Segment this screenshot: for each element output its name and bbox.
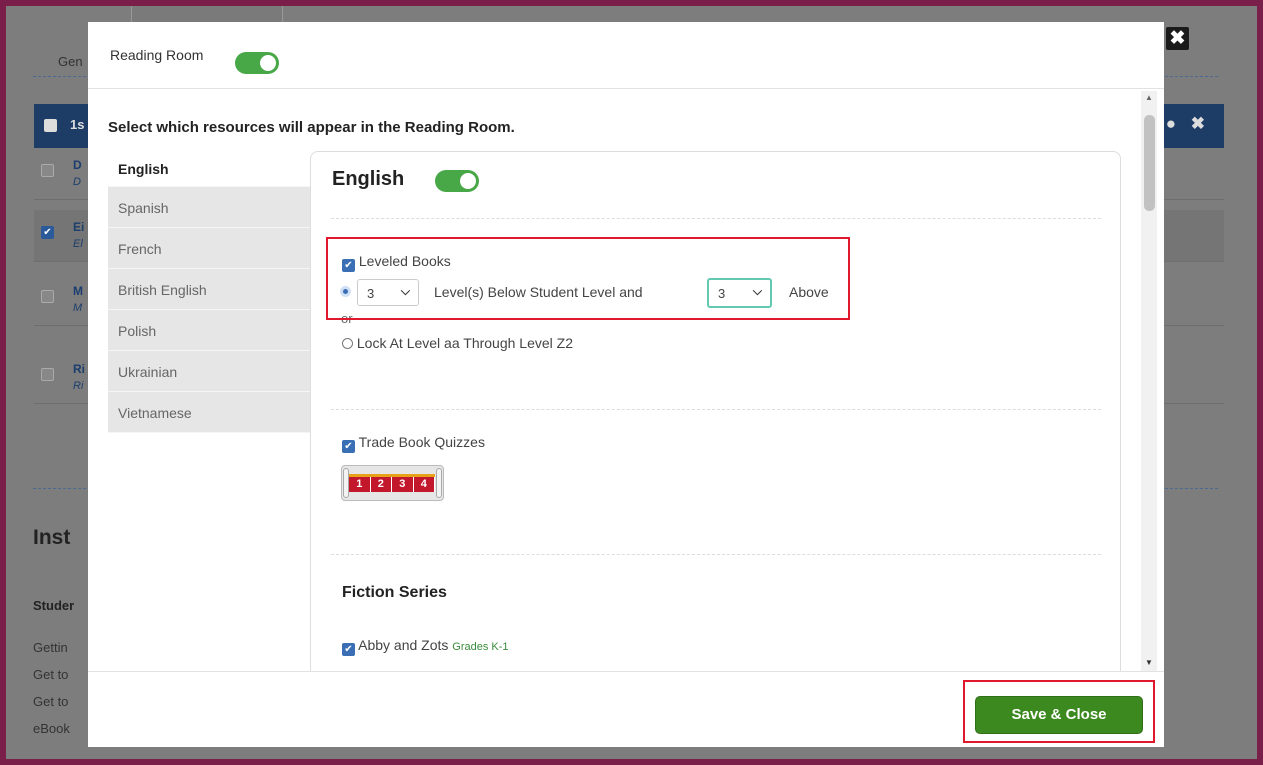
header-icons: ● ✖ (1165, 114, 1210, 133)
series-grades: Grades K-1 (452, 641, 509, 653)
scroll-up-icon[interactable]: ▲ (1145, 93, 1153, 102)
slider-handle-left[interactable] (343, 468, 349, 498)
tab-english[interactable]: English (108, 152, 311, 187)
row-checkbox (41, 290, 54, 303)
quiz-level-slider[interactable]: 1 2 3 4 (341, 465, 444, 501)
quiz-level-4: 4 (414, 477, 435, 492)
lock-level-label: Lock At Level aa Through Level Z2 (356, 335, 573, 351)
reading-room-label: Reading Room (110, 47, 204, 63)
quiz-level-strip: 1 2 3 4 (349, 474, 435, 492)
instructions-heading: Inst (33, 526, 71, 549)
row-checkbox (41, 164, 54, 177)
row-title: Ri (73, 362, 85, 376)
tab-polish[interactable]: Polish (108, 310, 311, 351)
background-tab-general: Gen (58, 54, 83, 69)
background-link: Get to (33, 694, 69, 709)
series-item[interactable]: ✔ Abby and Zots Grades K-1 (342, 637, 509, 656)
background-link: Gettin (33, 640, 68, 655)
tab-vietnamese[interactable]: Vietnamese (108, 392, 311, 433)
modal-scrollbar[interactable]: ▲ ▼ (1141, 91, 1157, 671)
toggle-knob (460, 173, 476, 189)
divider (331, 218, 1101, 219)
trade-book-quizzes-checkbox[interactable]: ✔ (342, 440, 355, 453)
quiz-level-1: 1 (349, 477, 371, 492)
row-title: D (73, 158, 82, 172)
slider-handle-right[interactable] (436, 468, 442, 498)
scroll-down-icon[interactable]: ▼ (1145, 658, 1153, 667)
series-name: Abby and Zots (358, 637, 449, 653)
quiz-level-2: 2 (371, 477, 392, 492)
student-heading: Studer (33, 598, 75, 613)
row-checkbox: ✔ (41, 226, 54, 239)
row-subtitle: Ri (73, 380, 84, 392)
tab-french[interactable]: French (108, 228, 311, 269)
lock-level-option[interactable]: Lock At Level aa Through Level Z2 (342, 335, 573, 351)
panel-title: English (332, 168, 405, 190)
trade-book-quizzes-option[interactable]: ✔ Trade Book Quizzes (342, 434, 485, 453)
background-link: eBook (33, 721, 70, 736)
fiction-series-heading: Fiction Series (342, 584, 447, 601)
toggle-knob (260, 55, 276, 71)
background-link: Get to (33, 667, 69, 682)
reading-room-toggle[interactable] (235, 52, 279, 74)
tab-ukrainian[interactable]: Ukrainian (108, 351, 311, 392)
row-title: M (73, 284, 83, 298)
row-subtitle: El (73, 238, 83, 250)
scroll-thumb[interactable] (1144, 115, 1155, 211)
modal-body: Select which resources will appear in th… (88, 89, 1164, 671)
english-toggle[interactable] (435, 170, 479, 192)
select-resources-heading: Select which resources will appear in th… (108, 119, 515, 136)
language-tabs: English Spanish French British English P… (108, 152, 311, 433)
row-subtitle: M (73, 302, 83, 314)
lock-level-radio[interactable] (342, 338, 353, 349)
series-checkbox[interactable]: ✔ (342, 643, 355, 656)
row-checkbox (41, 368, 54, 381)
row-title: Ei (73, 220, 85, 234)
close-icon[interactable]: ✖ (1166, 27, 1189, 50)
row-subtitle: D (73, 176, 81, 188)
annotation-box (326, 237, 850, 320)
tab-spanish[interactable]: Spanish (108, 187, 311, 228)
reading-room-modal: Reading Room Select which resources will… (88, 22, 1164, 747)
divider (331, 554, 1101, 555)
header-text: 1s (70, 117, 85, 132)
language-settings-panel: English ✔ Leveled Books 3 ⌵ Level(s) Bel… (310, 151, 1121, 671)
tab-british-english[interactable]: British English (108, 269, 311, 310)
annotation-box (963, 680, 1155, 743)
select-all-checkbox (44, 119, 57, 132)
trade-book-quizzes-label: Trade Book Quizzes (358, 434, 485, 450)
modal-header: Reading Room (88, 22, 1164, 89)
quiz-level-3: 3 (392, 477, 414, 492)
divider (331, 409, 1101, 410)
